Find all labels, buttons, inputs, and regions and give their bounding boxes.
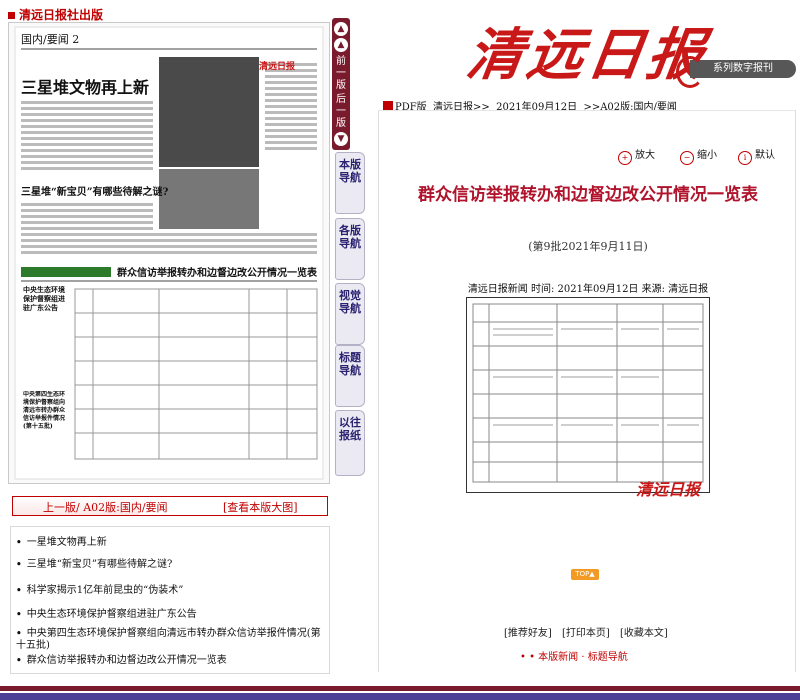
tab-past-papers[interactable]: 以往报纸 bbox=[335, 410, 365, 476]
page-thumbnail-drawing: 国内/要闻 2 三星堆文物再上新 三星堆“新宝贝”有哪些待解之谜? 群众信访举报… bbox=[14, 26, 324, 480]
page-down-icon[interactable]: ▼ bbox=[334, 132, 348, 146]
publisher-text: 清远日报社出版 bbox=[19, 8, 104, 22]
recommend-friend-link[interactable]: [推荐好友] bbox=[504, 624, 552, 639]
edition-bar: 上一版/ A02版:国内/要闻 [查看本版大图] bbox=[12, 496, 328, 516]
thumb-headline-2: 三星堆“新宝贝”有哪些待解之谜? bbox=[21, 185, 169, 198]
image-logo: 清远日报 bbox=[636, 480, 701, 499]
zoom-in-icon: + bbox=[618, 151, 632, 165]
prev-page-label[interactable]: 前一版 bbox=[335, 56, 347, 92]
thumb-photo-2 bbox=[159, 169, 259, 229]
page-up-icon-2[interactable]: ▲ bbox=[334, 38, 348, 52]
tab-visual-label: 视觉导航 bbox=[339, 289, 361, 315]
bullet-icon: • bbox=[16, 538, 22, 548]
bullet-icon: • bbox=[16, 586, 22, 596]
article-item[interactable]: • 中央生态环境保护督察组进驻广东公告 bbox=[16, 609, 326, 621]
digital-series-badge[interactable]: 系列数字报刊 bbox=[676, 56, 796, 88]
thumb-headline-1: 三星堆文物再上新 bbox=[21, 78, 149, 97]
bullet-icon: • bbox=[16, 560, 22, 570]
thumb-green-banner bbox=[21, 267, 111, 277]
thumb-headline-3: 群众信访举报转办和边督边改公开情况一览表 bbox=[117, 266, 318, 279]
article-list: • 一星堆文物再上新 • 三星堆“新宝贝”有哪些待解之谜? • 科学家揭示1亿年前昆虫… bbox=[10, 526, 330, 674]
article-meta: 清远日报新闻 时间: 2021年09月12日 来源: 清远日报 bbox=[467, 284, 709, 295]
tab-title-label: 标题导航 bbox=[339, 351, 361, 377]
thumb-side-notice-1: 中央生态环境保护督察组进驻广东公告 bbox=[23, 285, 65, 312]
zoom-out-button[interactable]: − 缩小 bbox=[680, 146, 717, 165]
bottom-nav-label: 本版新闻 · 标题导航 bbox=[538, 652, 628, 663]
info-icon: i bbox=[738, 151, 752, 165]
zoom-in-button[interactable]: + 放大 bbox=[618, 146, 655, 165]
page-up-icon[interactable]: ▲ bbox=[334, 22, 348, 36]
article-item[interactable]: • 中央第四生态环境保护督察组向清远市转办群众信访举报件情况(第十五批) bbox=[16, 628, 326, 652]
tab-all-pages-label: 各版导航 bbox=[339, 224, 361, 250]
article-item[interactable]: • 一星堆文物再上新 bbox=[16, 537, 326, 549]
bullet-icon: • bbox=[16, 629, 22, 639]
next-page-label[interactable]: 后一版 bbox=[335, 94, 347, 130]
thumb-logo: 清远日报 bbox=[259, 60, 295, 72]
tab-all-pages-nav[interactable]: 各版导航 bbox=[335, 218, 365, 280]
bullet-icon: • bbox=[16, 610, 22, 620]
edition-label[interactable]: 上一版/ A02版:国内/要闻 bbox=[43, 499, 168, 515]
newspaper-page-thumbnail[interactable]: 国内/要闻 2 三星堆文物再上新 三星堆“新宝贝”有哪些待解之谜? 群众信访举报… bbox=[8, 22, 330, 484]
article-batch: (第9批2021年9月11日) bbox=[528, 240, 648, 253]
thumb-section-header: 国内/要闻 2 bbox=[21, 32, 79, 46]
article-headline: 群众信访举报转办和边督边改公开情况一览表 bbox=[418, 185, 758, 205]
article-item[interactable]: • 科学家揭示1亿年前昆虫的“伪装术” bbox=[16, 585, 326, 597]
article-image-table bbox=[472, 303, 704, 483]
back-to-top-button[interactable]: TOP▲ bbox=[571, 569, 599, 580]
reset-zoom-button[interactable]: i 默认 bbox=[738, 146, 775, 165]
tab-this-page-label: 本版导航 bbox=[339, 158, 361, 184]
publisher-label: 清远日报社出版 bbox=[8, 6, 103, 23]
page-nav-bar: ▲ ▲ 前一版 后一版 ▼ bbox=[332, 18, 350, 150]
bottom-nav-links[interactable]: • • 本版新闻 · 标题导航 bbox=[520, 648, 628, 663]
tab-title-nav[interactable]: 标题导航 bbox=[335, 345, 365, 407]
thumb-photo-1 bbox=[159, 57, 259, 167]
bullet-icon: • bbox=[16, 656, 22, 666]
footer-bar-secondary bbox=[0, 693, 800, 700]
thumb-side-notice-2: 中央第四生态环境保护督察组向清远市转办群众信访举报件情况(第十五批) bbox=[23, 391, 66, 430]
tab-visual-nav[interactable]: 视觉导航 bbox=[335, 283, 365, 345]
zoom-out-icon: − bbox=[680, 151, 694, 165]
favorite-article-link[interactable]: [收藏本文] bbox=[620, 624, 668, 639]
site-logo[interactable]: 清远日报 bbox=[462, 10, 713, 91]
article-image[interactable] bbox=[466, 297, 710, 493]
article-item[interactable]: • 群众信访举报转办和边督边改公开情况一览表 bbox=[16, 655, 326, 667]
tab-this-page-nav[interactable]: 本版导航 bbox=[335, 152, 365, 214]
tab-past-papers-label: 以往报纸 bbox=[339, 416, 361, 442]
view-big-page-link[interactable]: [查看本版大图] bbox=[223, 499, 298, 515]
footer-bar bbox=[0, 686, 800, 691]
print-page-link[interactable]: [打印本页] bbox=[562, 624, 610, 639]
article-item[interactable]: • 三星堆“新宝贝”有哪些待解之谜? bbox=[16, 559, 326, 571]
